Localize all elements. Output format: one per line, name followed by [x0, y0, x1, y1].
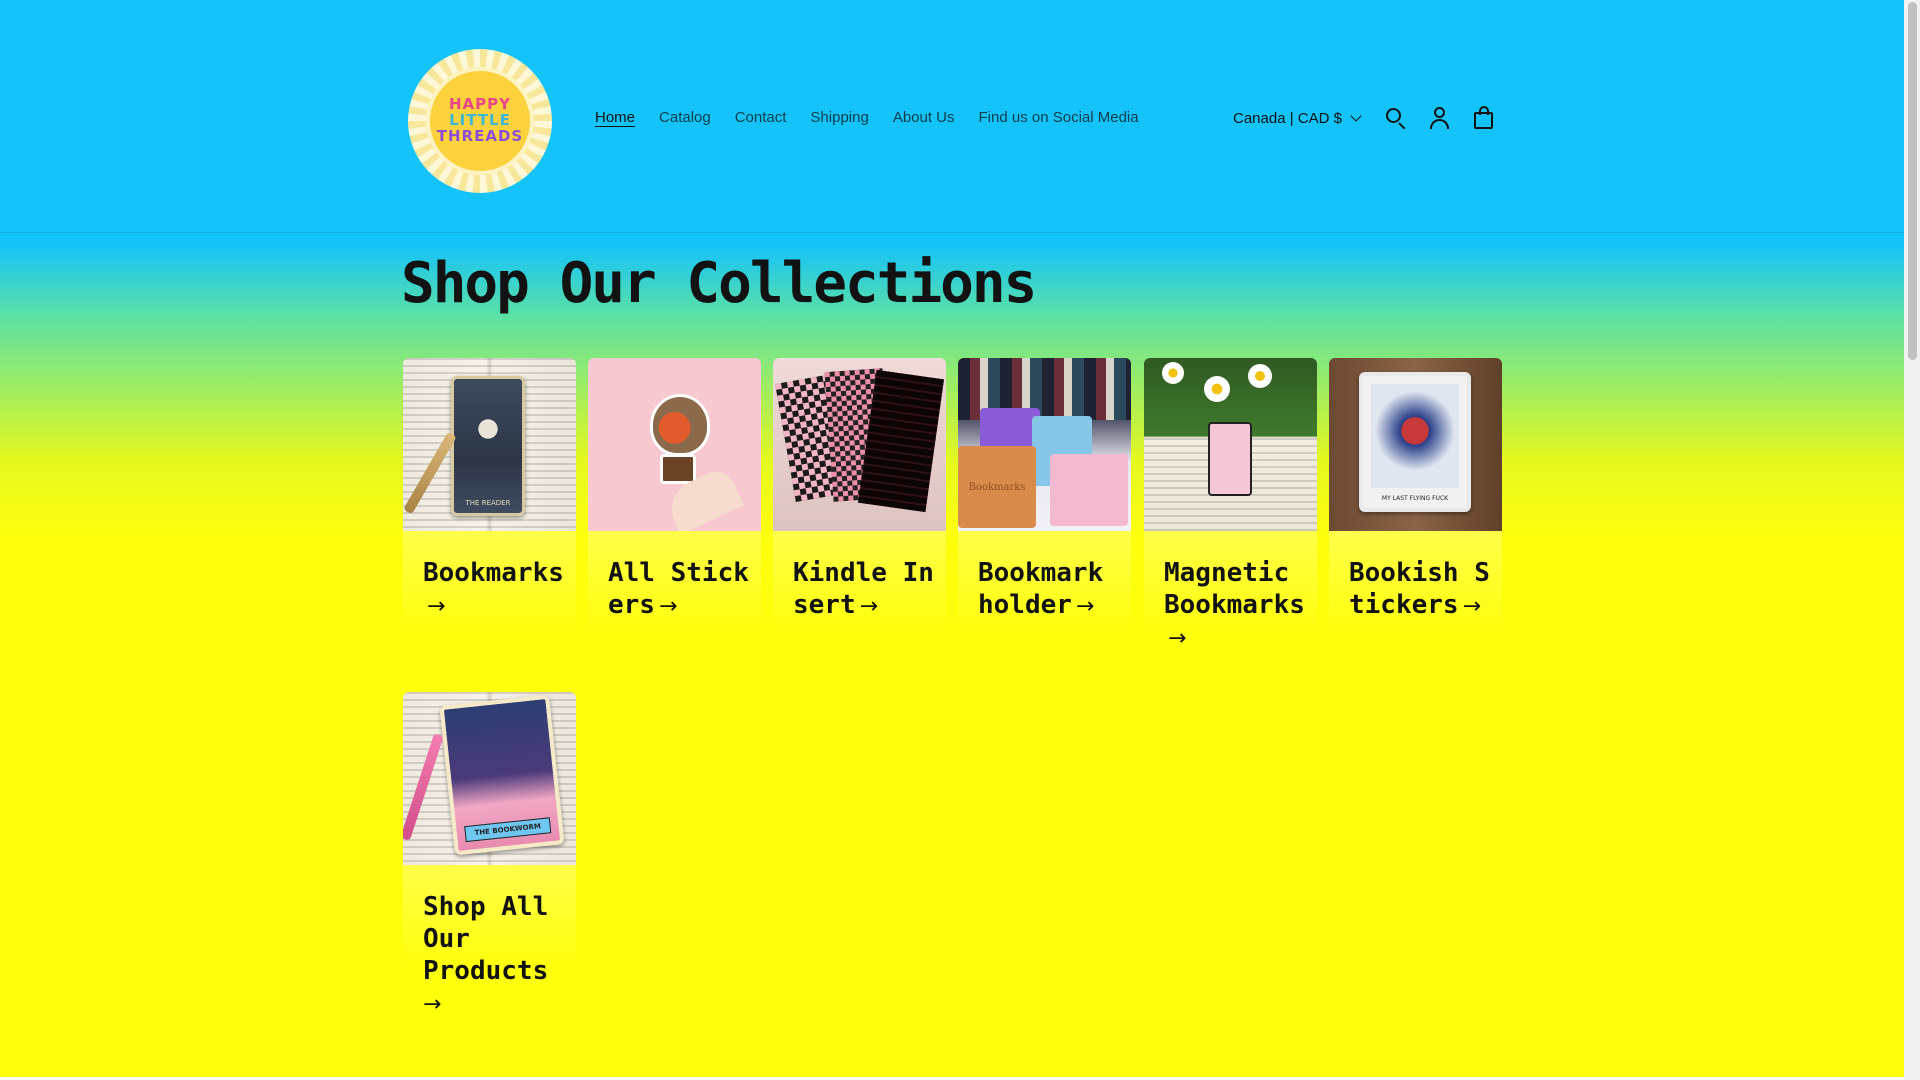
arrow-right-icon: →	[1075, 594, 1095, 619]
chevron-down-icon	[1350, 110, 1362, 122]
nav-home[interactable]: Home	[583, 106, 647, 130]
collection-title-magnetic-bookmarks: Magnetic Bookmarks→	[1164, 557, 1309, 655]
country-selector[interactable]: Canada | CAD $	[1233, 106, 1362, 130]
vertical-scrollbar[interactable]	[1904, 0, 1920, 1080]
collection-title-bookish-stickers: Bookish Stickers →	[1349, 557, 1494, 623]
site-header: HAPPY LITTLE THREADS Home Catalog Contac…	[0, 0, 1904, 233]
nav-shipping[interactable]: Shipping	[798, 106, 880, 130]
store-logo[interactable]: HAPPY LITTLE THREADS	[408, 49, 552, 193]
collection-card-bookmark-holder[interactable]: Bookmarks Bookmark holder →	[958, 358, 1131, 663]
arrow-right-icon: →	[427, 594, 446, 619]
nav-social-media[interactable]: Find us on Social Media	[967, 106, 1151, 130]
robin-sticker	[650, 394, 710, 456]
collection-card-magnetic-bookmarks[interactable]: Magnetic Bookmarks→	[1144, 358, 1317, 663]
collection-image-bookish-stickers: MY LAST FLYING FUCK	[1329, 358, 1502, 531]
bookmark-card-label: THE READER	[465, 499, 511, 507]
shop-all-card-label: THE BOOKWORM	[464, 817, 552, 843]
collection-card-all-stickers[interactable]: All Stickers →	[588, 358, 761, 663]
arrow-right-icon: →	[423, 992, 442, 1017]
nav-about-us[interactable]: About Us	[881, 106, 967, 130]
tarot-bookmark-bookworm: THE BOOKWORM	[439, 694, 565, 856]
arrow-right-icon: →	[1462, 594, 1482, 619]
collection-card-kindle-insert[interactable]: Kindle Insert →	[773, 358, 946, 663]
nav-catalog[interactable]: Catalog	[647, 106, 723, 130]
arrow-right-icon: →	[658, 594, 678, 619]
collection-title-kindle-insert: Kindle Insert →	[793, 557, 938, 623]
account-icon[interactable]	[1426, 104, 1454, 132]
collection-image-kindle-insert	[773, 358, 946, 531]
logo-line-3: THREADS	[436, 126, 524, 145]
main-nav: Home Catalog Contact Shipping About Us F…	[583, 106, 1151, 130]
holder-label: Bookmarks	[968, 481, 1026, 493]
arrow-right-icon: →	[1168, 626, 1187, 651]
search-icon[interactable]	[1382, 104, 1410, 132]
collection-image-shop-all: THE BOOKWORM	[403, 692, 576, 865]
collection-card-shop-all[interactable]: THE BOOKWORM Shop All Our Products →	[403, 692, 576, 1022]
logo-badge: HAPPY LITTLE THREADS	[426, 67, 534, 175]
collection-image-magnetic-bookmarks	[1144, 358, 1317, 531]
collection-title-bookmarks: Bookmarks→	[423, 557, 568, 623]
page-title: Shop Our Collections	[401, 251, 1037, 316]
collection-card-bookish-stickers[interactable]: MY LAST FLYING FUCK Bookish Stickers →	[1329, 358, 1502, 663]
arrow-right-icon: →	[859, 594, 879, 619]
collection-image-bookmarks: THE READER	[403, 358, 576, 531]
nav-contact[interactable]: Contact	[723, 106, 799, 130]
page: HAPPY LITTLE THREADS Home Catalog Contac…	[0, 0, 1904, 1080]
collection-title-bookmark-holder: Bookmark holder →	[978, 557, 1123, 623]
collection-image-all-stickers	[588, 358, 761, 531]
cart-icon[interactable]	[1470, 104, 1498, 132]
scrollbar-thumb[interactable]	[1908, 2, 1917, 360]
tarot-bookmark: THE READER	[451, 376, 525, 516]
bookish-card-label: MY LAST FLYING FUCK	[1381, 495, 1449, 502]
collection-title-all-stickers: All Stickers →	[608, 557, 753, 623]
collection-card-bookmarks[interactable]: THE READER Bookmarks→	[403, 358, 576, 663]
collection-title-shop-all: Shop All Our Products →	[423, 891, 568, 1021]
country-selector-label: Canada | CAD $	[1233, 109, 1342, 127]
collection-image-bookmark-holder: Bookmarks	[958, 358, 1131, 531]
